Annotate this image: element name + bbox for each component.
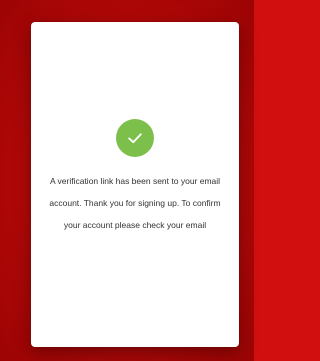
check-icon	[128, 133, 142, 144]
success-check-badge	[116, 119, 154, 157]
verification-message: A verification link has been sent to you…	[49, 176, 221, 230]
